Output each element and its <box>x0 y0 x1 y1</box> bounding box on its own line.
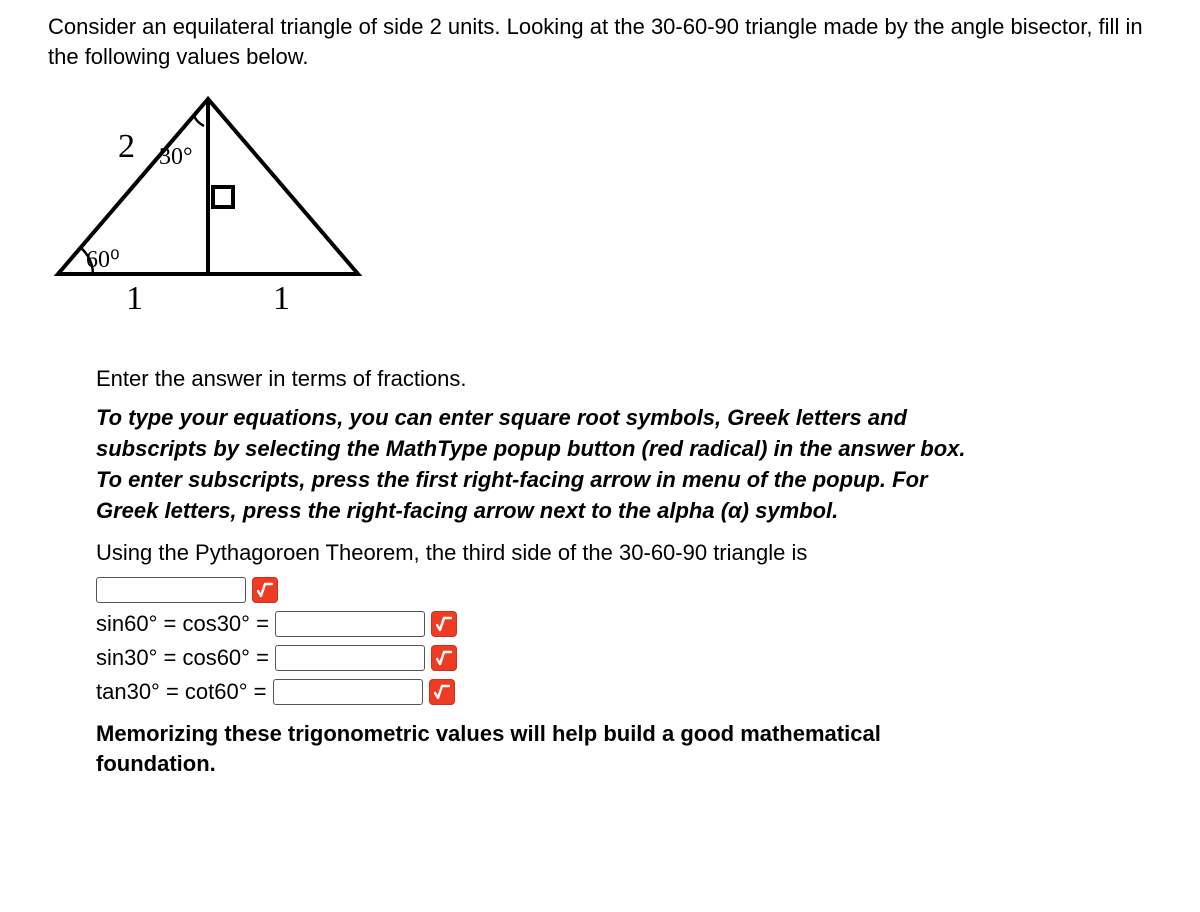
sin30-row: sin30° = cos60° = <box>96 645 996 671</box>
mathtype-button[interactable] <box>429 679 455 705</box>
mathtype-instructions: To type your equations, you can enter sq… <box>96 403 996 526</box>
base-angle-label: 60⁰ <box>86 247 120 273</box>
top-angle-arc <box>194 116 204 126</box>
sin30-label: sin30° = cos60° = <box>96 645 269 671</box>
radical-icon <box>436 650 452 666</box>
third-side-input[interactable] <box>96 577 246 603</box>
top-angle-label: 30° <box>159 144 193 170</box>
base-left-label: 1 <box>126 280 143 317</box>
mathtype-button[interactable] <box>431 611 457 637</box>
sin60-row: sin60° = cos30° = <box>96 611 996 637</box>
side-label: 2 <box>118 128 135 165</box>
radical-icon <box>257 582 273 598</box>
mathtype-button[interactable] <box>252 577 278 603</box>
radical-icon <box>436 616 452 632</box>
base-right-label: 1 <box>273 280 290 317</box>
content-block: Enter the answer in terms of fractions. … <box>96 364 996 778</box>
page-container: Consider an equilateral triangle of side… <box>0 0 1200 841</box>
radical-icon <box>434 684 450 700</box>
third-side-row <box>96 577 996 603</box>
tan30-label: tan30° = cot60° = <box>96 679 267 705</box>
enter-fractions-text: Enter the answer in terms of fractions. <box>96 364 996 395</box>
intro-text: Consider an equilateral triangle of side… <box>48 12 1152 71</box>
sin30-input[interactable] <box>275 645 425 671</box>
tan30-input[interactable] <box>273 679 423 705</box>
triangle-svg: 2 30° 60⁰ 1 1 <box>48 79 368 329</box>
mathtype-button[interactable] <box>431 645 457 671</box>
pythagorean-prompt: Using the Pythagoroen Theorem, the third… <box>96 538 996 569</box>
right-angle-square <box>213 187 233 207</box>
tan30-row: tan30° = cot60° = <box>96 679 996 705</box>
triangle-diagram: 2 30° 60⁰ 1 1 <box>48 79 1152 334</box>
memorize-note: Memorizing these trigonometric values wi… <box>96 719 996 778</box>
sin60-label: sin60° = cos30° = <box>96 611 269 637</box>
sin60-input[interactable] <box>275 611 425 637</box>
